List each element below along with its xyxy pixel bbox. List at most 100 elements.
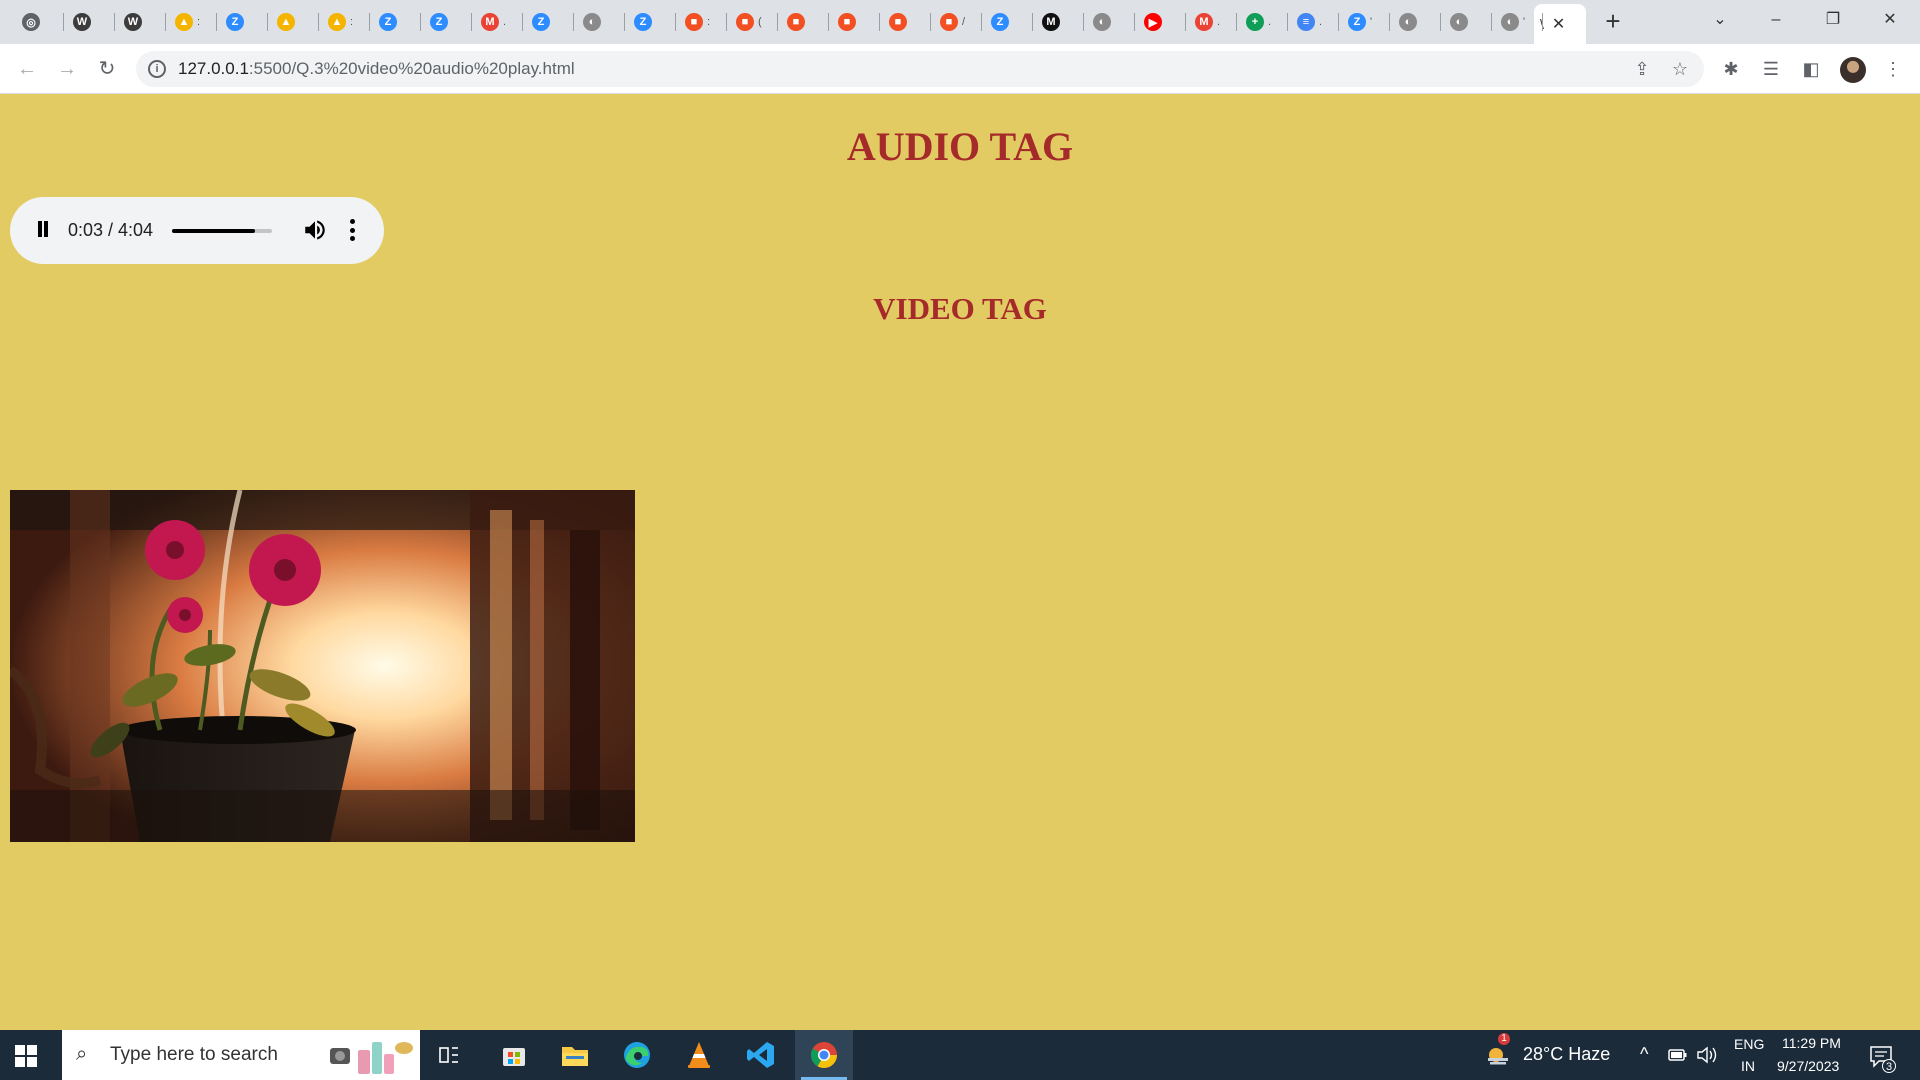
audio-progress-track[interactable] [172,229,272,233]
taskbar-search[interactable]: ⌕ Type here to search [62,1030,420,1080]
browser-tab[interactable]: ◐ [579,9,625,35]
zoom-icon: Z [379,13,397,31]
language-indicator-line2[interactable]: IN [1741,1058,1755,1074]
browser-tab[interactable]: Z [222,9,268,35]
browser-tab[interactable]: M [1038,9,1084,35]
windows-start-icon[interactable] [14,1044,38,1068]
zoom-icon: Z [430,13,448,31]
speaker-icon[interactable] [1696,1045,1718,1065]
address-bar[interactable]: i 127.0.0.1:5500/Q.3%20video%20audio%20p… [136,51,1704,87]
tab-separator [573,13,574,31]
clock-time[interactable]: 11:29 PM [1782,1035,1841,1051]
file-explorer-button[interactable] [546,1030,604,1080]
vscode-button[interactable] [732,1030,790,1080]
tab-separator [114,13,115,31]
url-path: :5500/Q.3%20video%20audio%20play.html [248,59,575,78]
language-indicator-line1[interactable]: ENG [1734,1036,1764,1052]
tab-separator [1287,13,1288,31]
microsoft-icon: ■ [685,13,703,31]
tab-title-fragment: ' [1370,16,1373,28]
browser-tab[interactable]: ≡. [1293,9,1339,35]
bookmark-star-icon[interactable]: ☆ [1668,57,1692,81]
chrome-button[interactable] [795,1030,853,1080]
browser-tab[interactable]: ■ [783,9,829,35]
browser-tab[interactable]: ◐ ' [1497,9,1543,35]
side-panel-icon[interactable]: ◧ [1798,56,1824,82]
task-view-icon [439,1047,458,1063]
browser-tab[interactable]: ■: [681,9,727,35]
profile-avatar[interactable] [1840,57,1866,83]
wordpress-icon: W [124,13,142,31]
close-tab-icon[interactable]: ✕ [1552,14,1565,34]
browser-tab[interactable]: W [69,9,115,35]
browser-tab[interactable]: ▶ [1140,9,1186,35]
browser-tab[interactable]: Z [375,9,421,35]
reload-button[interactable]: ↻ [92,54,122,84]
browser-tab[interactable]: ◎ [18,9,64,35]
site-info-icon[interactable]: i [148,60,166,78]
audio-player[interactable]: 0:03 / 4:04 [10,197,384,264]
browser-tab[interactable]: ◐ [1395,9,1441,35]
browser-tab[interactable]: ▲: [324,9,370,35]
globe-icon: ◐ [1501,13,1519,31]
tab-search-chevron-icon[interactable]: ⌄ [1700,4,1740,36]
browser-tab[interactable]: +. [1242,9,1288,35]
browser-tab[interactable]: ◐ [1446,9,1492,35]
vlc-button[interactable] [670,1030,728,1080]
restore-button[interactable]: ❐ [1813,4,1853,36]
weather-icon[interactable] [1486,1043,1510,1067]
globe-icon: ◐ [1093,13,1111,31]
pause-icon[interactable] [36,221,50,239]
battery-icon[interactable] [1668,1047,1688,1063]
clock-date[interactable]: 9/27/2023 [1777,1058,1839,1074]
browser-tab[interactable]: ■( [732,9,778,35]
youtube-icon: ▶ [1144,13,1162,31]
tab-separator [1542,13,1543,31]
tab-separator [216,13,217,31]
url-host: 127.0.0.1 [178,59,249,78]
browser-tab[interactable]: ■ / [936,9,982,35]
microsoft-icon: ■ [838,13,856,31]
browser-tab[interactable]: ▲: [171,9,217,35]
forward-button[interactable]: → [52,54,82,84]
audio-options-icon[interactable] [350,219,356,241]
gmail-icon: M [1195,13,1213,31]
browser-tab[interactable]: ◐ [1089,9,1135,35]
new-tab-button[interactable]: + [1598,7,1628,37]
browser-tab[interactable]: ■ [885,9,931,35]
tray-overflow-chevron-icon[interactable]: ^ [1640,1044,1648,1065]
microsoft-store-button[interactable] [485,1030,543,1080]
volume-icon[interactable] [302,217,328,243]
browser-tab[interactable]: ■ [834,9,880,35]
tab-separator [930,13,931,31]
url-text[interactable]: 127.0.0.1:5500/Q.3%20video%20audio%20pla… [178,59,575,79]
tab-separator [1185,13,1186,31]
browser-tab[interactable]: M. [1191,9,1237,35]
browser-tab[interactable]: ▲ [273,9,319,35]
browser-tab[interactable]: Z [528,9,574,35]
weather-text[interactable]: 28°C Haze [1523,1044,1610,1065]
browser-tab[interactable]: Z [426,9,472,35]
search-icon: ⌕ [76,1043,88,1065]
tab-title-fragment: / [962,16,966,28]
tab-separator [1491,13,1492,31]
browser-tab[interactable]: Z ' [1344,9,1390,35]
video-frame [10,490,635,842]
browser-tab[interactable]: M. [477,9,523,35]
edge-button[interactable] [608,1030,666,1080]
browser-menu-icon[interactable]: ⋮ [1880,56,1906,82]
close-window-button[interactable]: ✕ [1870,4,1910,36]
browser-tab[interactable]: Z [987,9,1033,35]
extensions-icon[interactable]: ✱ [1718,56,1744,82]
video-heading: VIDEO TAG [873,291,1047,326]
media-control-icon[interactable]: ☰ [1758,56,1784,82]
task-view-button[interactable] [420,1030,478,1080]
back-button[interactable]: ← [12,54,42,84]
tab-separator [1338,13,1339,31]
zoom-icon: Z [634,13,652,31]
browser-tab[interactable]: W [120,9,166,35]
video-player[interactable] [10,490,635,842]
share-icon[interactable]: ⇪ [1630,57,1654,81]
minimize-button[interactable]: – [1756,4,1796,36]
browser-tab[interactable]: Z [630,9,676,35]
